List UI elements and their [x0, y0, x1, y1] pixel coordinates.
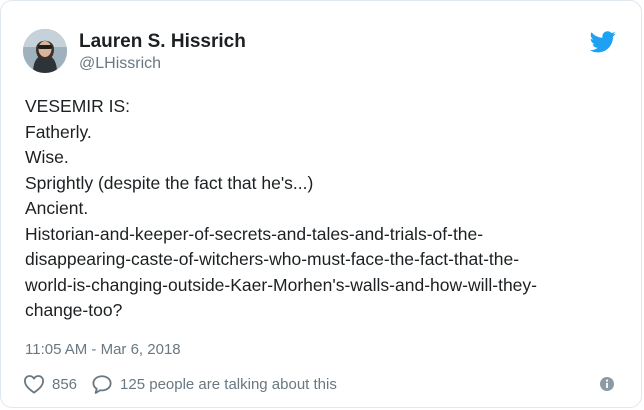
tweet-line: Ancient.: [25, 198, 89, 218]
like-count: 856: [52, 375, 78, 393]
author-name[interactable]: Lauren S. Hissrich: [79, 31, 246, 53]
info-icon[interactable]: [598, 375, 616, 393]
speech-bubble-icon: [91, 374, 113, 394]
tweet-actions: 856 125 people are talking about this: [23, 373, 337, 395]
like-button[interactable]: 856: [23, 374, 77, 394]
twitter-bird-icon[interactable]: [589, 31, 616, 53]
heart-icon: [23, 374, 45, 394]
reply-button[interactable]: 125 people are talking about this: [91, 374, 337, 394]
tweet-line: Historian-and-keeper-of-secrets-and-tale…: [25, 223, 484, 244]
tweet-timestamp[interactable]: 11:05 AM - Mar 6, 2018: [25, 341, 181, 358]
tweet-line: VESEMIR IS:: [25, 96, 131, 116]
tweet-line: Wise.: [25, 147, 69, 167]
conversation-link[interactable]: 125 people are talking about this: [120, 376, 337, 393]
tweet-line: Sprightly (despite the fact that he's...…: [25, 172, 314, 193]
avatar-photo: [23, 29, 67, 73]
avatar[interactable]: [23, 29, 67, 73]
tweet-line: world-is-changing-outside-Kaer-Morhen's-…: [25, 274, 537, 295]
tweet-line: change-too?: [25, 300, 123, 320]
author-handle[interactable]: @LHissrich: [79, 55, 161, 73]
tweet-text: VESEMIR IS: Fatherly. Wise. Sprightly (d…: [25, 94, 625, 324]
tweet-line: Fatherly.: [25, 121, 92, 142]
tweet-card: Lauren S. Hissrich @LHissrich VESEMIR IS…: [0, 0, 642, 408]
tweet-line: disappearing-caste-of-witchers-who-must-…: [25, 249, 520, 269]
